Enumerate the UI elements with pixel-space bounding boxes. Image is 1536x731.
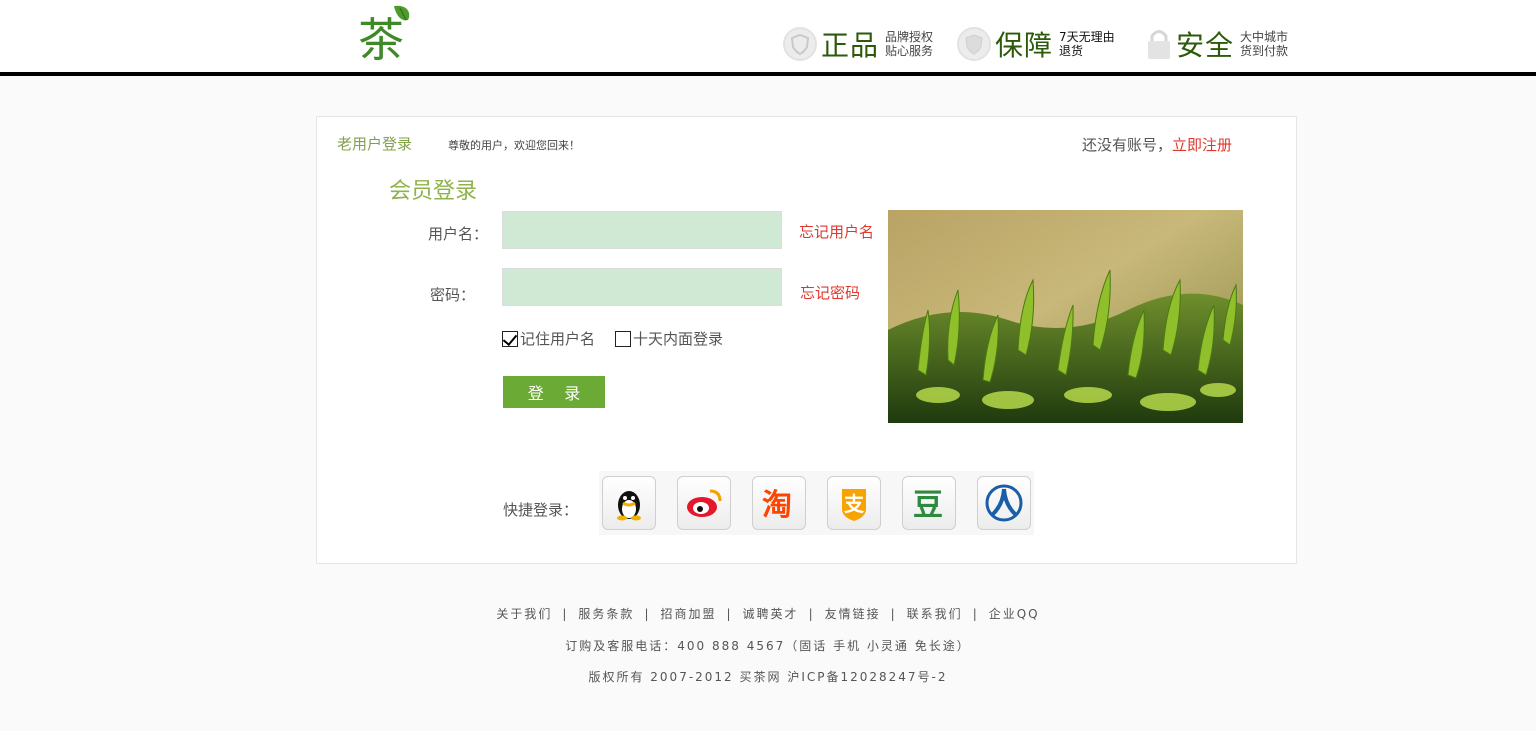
douban-login-button[interactable]: 豆 — [902, 476, 956, 530]
taobao-login-button[interactable]: 淘 — [752, 476, 806, 530]
badge-guarantee: 保障 7天无理由 退货 — [957, 24, 1115, 64]
member-login-title: 会员登录 — [389, 179, 478, 204]
forgot-username-link[interactable]: 忘记用户名 — [799, 221, 874, 242]
footer-link-about[interactable]: 关于我们 — [496, 607, 552, 621]
svg-text:支: 支 — [844, 492, 865, 516]
username-input[interactable] — [502, 211, 782, 249]
password-input[interactable] — [502, 268, 782, 306]
remember-username-checkbox[interactable] — [502, 330, 518, 347]
renren-login-button[interactable] — [977, 476, 1031, 530]
badge-title: 正品 — [821, 29, 880, 62]
svg-text:淘: 淘 — [762, 488, 792, 523]
forgot-password-link[interactable]: 忘记密码 — [800, 282, 860, 303]
douban-icon: 豆 — [913, 488, 943, 523]
footer-separator: | — [972, 607, 979, 621]
logo-glyph: 茶 — [358, 13, 404, 64]
ten-days-login-checkbox[interactable] — [615, 330, 631, 347]
svg-text:豆: 豆 — [913, 488, 943, 523]
footer-copyright: 版权所有 2007-2012 买茶网 沪ICP备12028247号-2 — [588, 670, 948, 684]
qq-login-button[interactable] — [602, 476, 656, 530]
footer-link-careers[interactable]: 诚聘英才 — [743, 607, 799, 621]
footer-link-enterprise-qq[interactable]: 企业QQ — [989, 607, 1040, 621]
genuine-shield-icon — [783, 27, 817, 61]
footer-link-friends[interactable]: 友情链接 — [825, 607, 881, 621]
no-account-text: 还没有账号， — [1082, 136, 1173, 154]
quick-login-strip: 淘 支 豆 — [599, 471, 1034, 535]
username-label: 用户名： — [428, 225, 489, 243]
alipay-icon: 支 — [842, 489, 866, 521]
register-link[interactable]: 立即注册 — [1172, 136, 1232, 154]
badge-line1: 7天无理由 — [1059, 30, 1115, 44]
login-button[interactable]: 登 录 — [503, 376, 605, 408]
renren-icon — [985, 484, 1023, 522]
footer-separator: | — [890, 607, 897, 621]
welcome-text: 尊敬的用户，欢迎您回来！ — [448, 139, 580, 152]
register-prompt: 还没有账号，立即注册 — [1082, 134, 1232, 155]
password-label: 密码： — [430, 286, 476, 304]
tab-existing-user-login[interactable]: 老用户登录 — [337, 133, 412, 154]
footer-link-terms[interactable]: 服务条款 — [578, 607, 634, 621]
tea-leaves-photo — [888, 210, 1243, 423]
footer-separator: | — [808, 607, 815, 621]
alipay-login-button[interactable]: 支 — [827, 476, 881, 530]
quick-login-label: 快捷登录： — [503, 501, 579, 519]
footer-link-contact[interactable]: 联系我们 — [907, 607, 963, 621]
badge-line1: 大中城市 — [1240, 30, 1289, 44]
footer-separator: | — [726, 607, 733, 621]
tea-logo[interactable]: 茶 — [354, 2, 420, 67]
badge-title: 安全 — [1176, 29, 1235, 62]
qq-icon — [617, 491, 641, 521]
weibo-login-button[interactable] — [677, 476, 731, 530]
badge-genuine: 正品 品牌授权 贴心服务 — [783, 24, 933, 64]
login-panel: 老用户登录 尊敬的用户，欢迎您回来！ 还没有账号，立即注册 会员登录 用户名： … — [316, 116, 1297, 564]
badge-line2: 退货 — [1059, 44, 1084, 58]
ten-days-login-label: 十天内面登录 — [633, 330, 724, 348]
taobao-icon: 淘 — [762, 488, 792, 523]
remember-username-option[interactable]: 记住用户名 — [502, 328, 595, 349]
site-header: 茶 正品 品牌授权 贴心服务 保障 7天无理由 退货 安全 大中城市 货到付款 — [0, 0, 1536, 76]
weibo-icon — [687, 489, 722, 517]
badge-line2: 贴心服务 — [885, 44, 934, 58]
remember-username-label: 记住用户名 — [520, 330, 596, 348]
footer-link-franchise[interactable]: 招商加盟 — [660, 607, 716, 621]
badge-security: 安全 大中城市 货到付款 — [1146, 24, 1288, 64]
badge-line2: 货到付款 — [1240, 44, 1289, 58]
badge-title: 保障 — [995, 29, 1054, 62]
badge-line1: 品牌授权 — [885, 30, 934, 44]
footer-separator: | — [562, 607, 569, 621]
footer-separator: | — [644, 607, 651, 621]
footer-nav: 关于我们 | 服务条款 | 招商加盟 | 诚聘英才 | 友情链接 | 联系我们 | 企业QQ — [0, 605, 1536, 622]
footer-phone: 订购及客服电话：400 888 4567（固话 手机 小灵通 免长途） — [565, 639, 971, 653]
ten-days-login-option[interactable]: 十天内面登录 — [615, 328, 723, 349]
guarantee-shield-icon — [957, 27, 991, 61]
lock-icon — [1146, 27, 1172, 61]
